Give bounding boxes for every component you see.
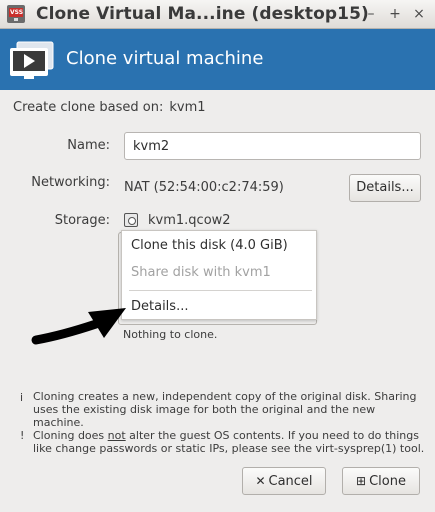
clone-button[interactable]: ⊞ Clone: [342, 467, 420, 495]
storage-value: kvm1.qcow2: [148, 213, 231, 228]
warning-note: Cloning does not alter the guest OS cont…: [33, 429, 428, 455]
storage-label: Storage:: [54, 213, 110, 228]
clone-icon: ⊞: [356, 474, 367, 488]
name-input[interactable]: [124, 132, 421, 160]
name-label: Name:: [67, 138, 110, 153]
warning-emphasis: not: [107, 429, 126, 442]
disk-icon: [124, 213, 138, 227]
storage-options-menu: Clone this disk (4.0 GiB) Share disk wit…: [121, 230, 317, 320]
clone-vm-icon: [10, 41, 54, 79]
networking-label: Networking:: [31, 175, 110, 190]
menu-separator: [129, 290, 312, 291]
info-note: Cloning creates a new, independent copy …: [33, 390, 417, 429]
menu-item-clone-disk[interactable]: Clone this disk (4.0 GiB): [131, 238, 288, 253]
menu-item-share-disk: Share disk with kvm1: [131, 265, 271, 280]
close-window-button[interactable]: ×: [410, 5, 428, 23]
dialog-heading: Clone virtual machine: [66, 48, 264, 69]
cancel-button[interactable]: ✕ Cancel: [242, 467, 326, 495]
window-title: Clone Virtual Ma...ine (desktop15): [36, 4, 369, 24]
info-icon: i: [20, 391, 24, 404]
clone-source-row: Create clone based on: kvm1: [13, 100, 206, 115]
cancel-icon: ✕: [255, 474, 266, 488]
clone-source-value: kvm1: [169, 100, 206, 115]
title-bar: VSS Clone Virtual Ma...ine (desktop15) –…: [0, 0, 435, 29]
minimize-button[interactable]: –: [362, 5, 380, 23]
warning-text-start: Cloning does: [33, 429, 108, 442]
warning-icon: !: [20, 429, 25, 442]
cancel-label: Cancel: [268, 474, 313, 489]
networking-value: NAT (52:54:00:c2:74:59): [124, 180, 284, 195]
annotation-arrow-icon: [31, 308, 126, 345]
nothing-to-clone-text: Nothing to clone.: [123, 328, 218, 341]
menu-item-details[interactable]: Details...: [131, 299, 188, 314]
maximize-button[interactable]: +: [386, 5, 404, 23]
networking-details-button[interactable]: Details...: [349, 174, 421, 202]
clone-label: Clone: [369, 474, 406, 489]
clone-source-label: Create clone based on:: [13, 100, 164, 115]
virt-manager-app-icon: VSS: [7, 5, 25, 23]
app-icon-label: VSS: [10, 9, 24, 16]
